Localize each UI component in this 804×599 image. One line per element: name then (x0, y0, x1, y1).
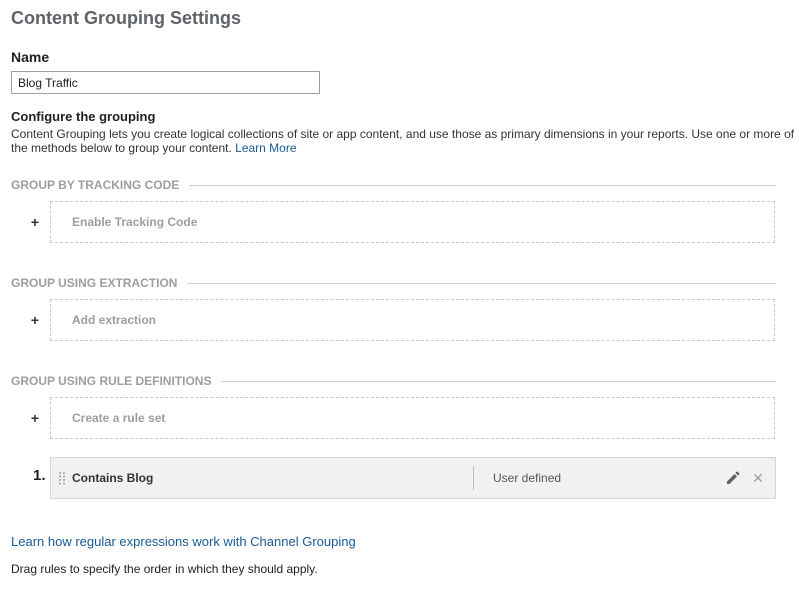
section-header-tracking: GROUP BY TRACKING CODE (11, 177, 776, 193)
configure-title: Configure the grouping (11, 109, 156, 124)
configure-description-text: Content Grouping lets you create logical… (11, 127, 795, 155)
configure-description: Content Grouping lets you create logical… (11, 127, 801, 155)
rule-name: Contains Blog (72, 471, 154, 485)
create-rule-set-button[interactable]: Create a rule set (50, 397, 775, 439)
page-title: Content Grouping Settings (11, 8, 241, 28)
section-header-rules-label: GROUP USING RULE DEFINITIONS (11, 374, 212, 388)
add-extraction-label: Add extraction (72, 313, 157, 327)
section-header-extraction: GROUP USING EXTRACTION (11, 275, 776, 291)
drag-note: Drag rules to specify the order in which… (11, 562, 318, 576)
pencil-icon[interactable] (725, 470, 741, 486)
rule-type: User defined (493, 471, 562, 485)
drag-handle-icon[interactable] (56, 471, 68, 485)
rule-number: 1. (33, 467, 46, 484)
name-input[interactable] (11, 71, 320, 94)
section-header-tracking-label: GROUP BY TRACKING CODE (11, 178, 180, 192)
create-rule-set-plus-icon[interactable]: + (29, 410, 41, 426)
learn-more-link[interactable]: Learn More (235, 141, 296, 155)
add-tracking-plus-icon[interactable]: + (29, 214, 41, 230)
section-header-extraction-label: GROUP USING EXTRACTION (11, 276, 178, 290)
enable-tracking-code-button[interactable]: Enable Tracking Code (50, 201, 775, 243)
create-rule-set-label: Create a rule set (72, 411, 166, 425)
enable-tracking-code-label: Enable Tracking Code (72, 215, 198, 229)
section-divider (221, 380, 776, 382)
add-extraction-plus-icon[interactable]: + (29, 312, 41, 328)
rule-divider (473, 466, 474, 490)
regex-help-link[interactable]: Learn how regular expressions work with … (11, 534, 356, 549)
close-icon[interactable]: ✕ (751, 470, 765, 486)
section-divider (187, 282, 776, 284)
name-label: Name (11, 49, 50, 65)
rule-row[interactable]: Contains Blog User defined ✕ (50, 457, 776, 499)
add-extraction-button[interactable]: Add extraction (50, 299, 775, 341)
section-header-rules: GROUP USING RULE DEFINITIONS (11, 373, 776, 389)
section-divider (189, 184, 776, 186)
